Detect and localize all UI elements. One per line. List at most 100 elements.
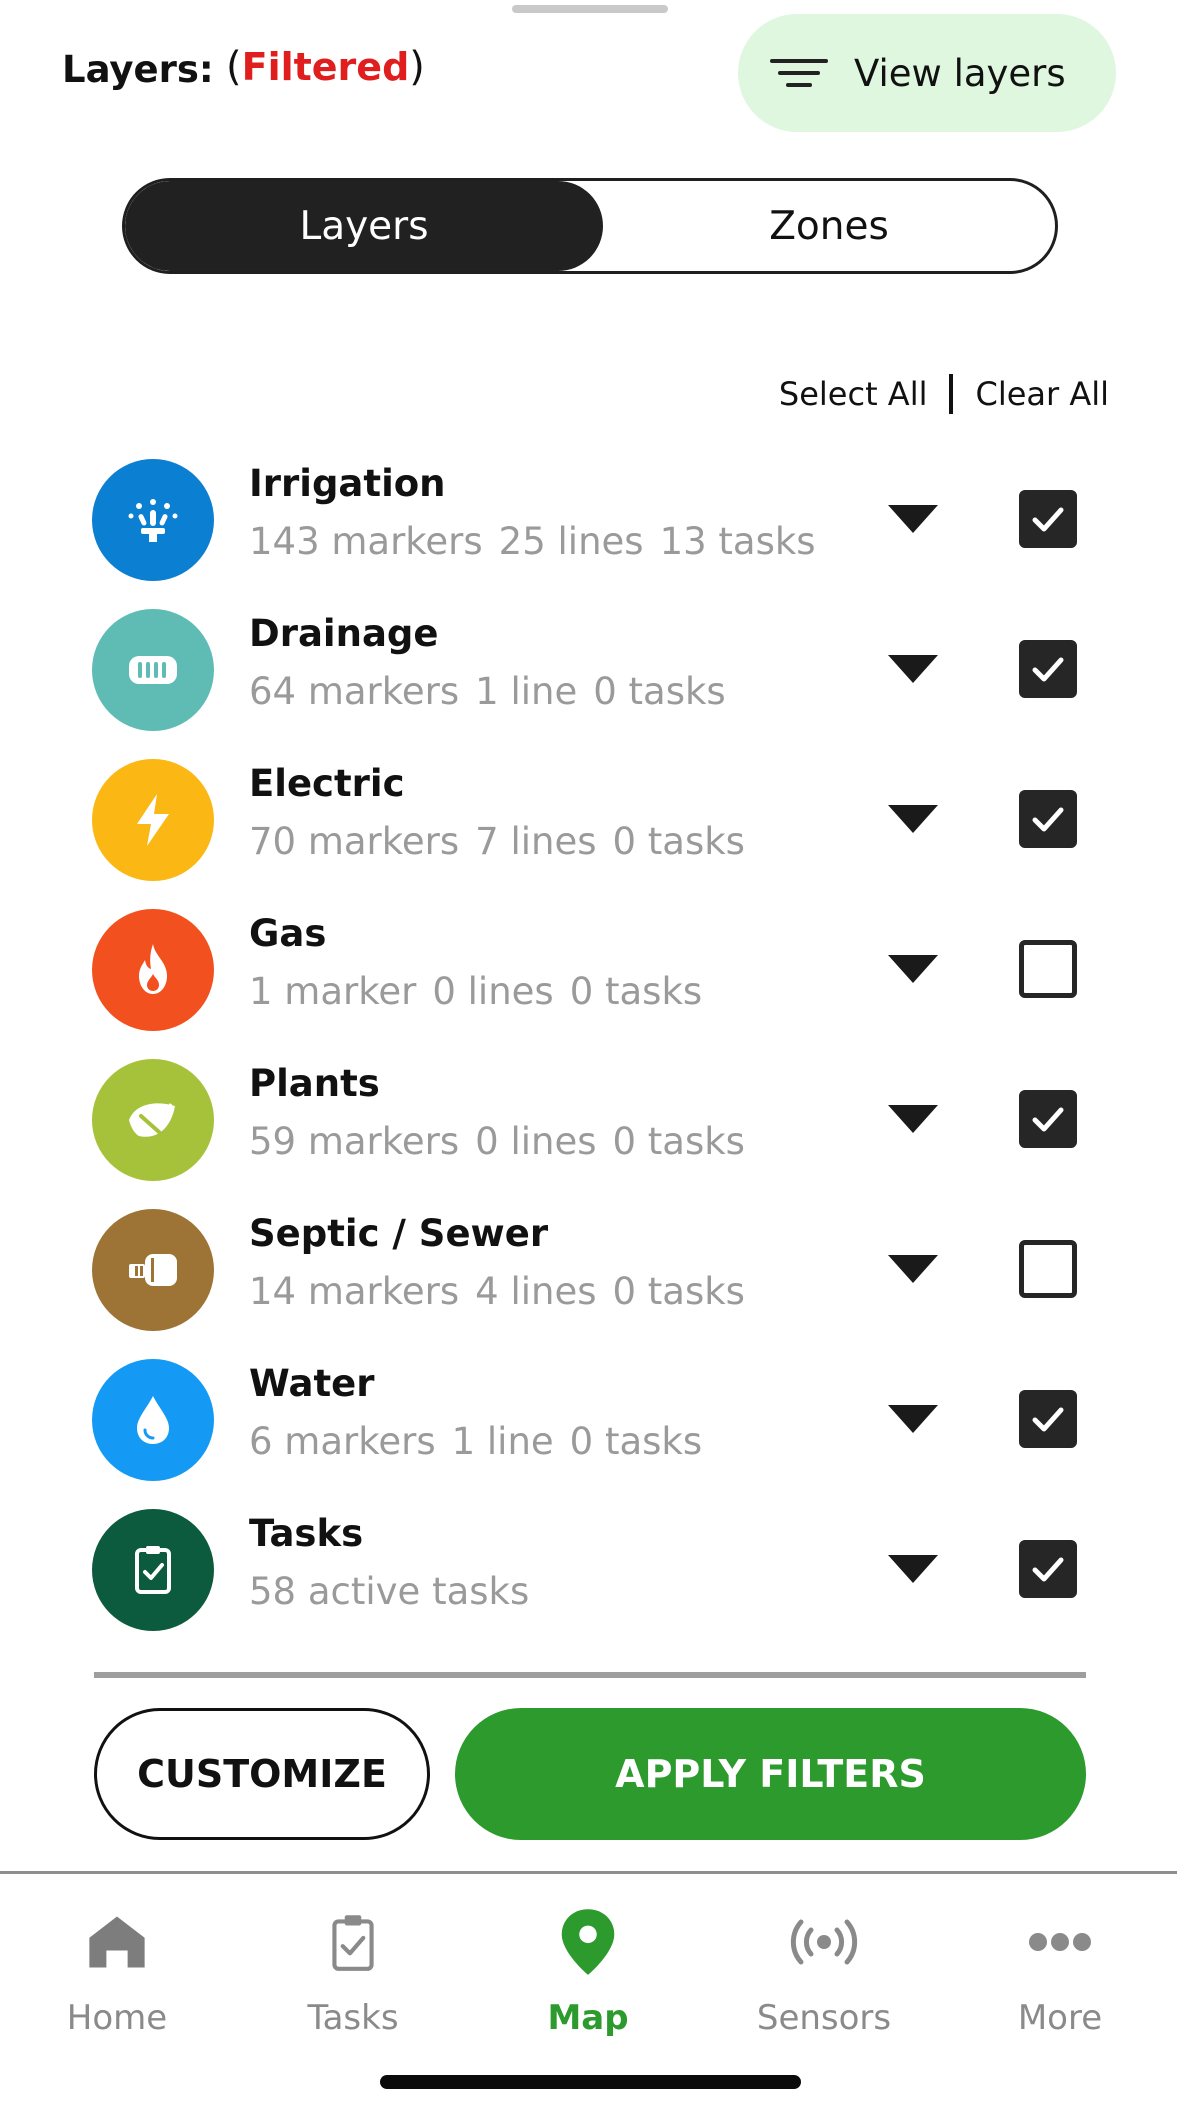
layer-row-irrigation[interactable]: Irrigation 143 markers 25 lines 13 tasks [0,450,1177,600]
layers-title: Layers: [62,48,214,91]
marker-count: 64 markers [249,670,460,713]
home-icon [17,1904,217,1980]
actions-divider [949,374,954,414]
layer-checkbox[interactable] [1019,1390,1077,1448]
layer-checkbox[interactable] [1019,1240,1077,1298]
layer-list: Irrigation 143 markers 25 lines 13 tasks D… [0,450,1177,1650]
layer-checkbox[interactable] [1019,1090,1077,1148]
line-count: 0 lines [432,970,554,1013]
layer-checkbox[interactable] [1019,490,1077,548]
filtered-status: (Filtered) [226,44,425,90]
tab-label: Home [66,1998,168,2038]
expand-caret-icon[interactable] [888,655,938,683]
line-count: 1 line [451,1420,554,1463]
status-open-paren: ( [226,44,242,90]
tab-map[interactable]: Map [488,1904,688,2038]
line-count: 7 lines [475,820,597,863]
layer-row-septic-sewer[interactable]: Septic / Sewer 14 markers 4 lines 0 tasks [0,1200,1177,1350]
lightning-icon [92,759,214,881]
select-all-button[interactable]: Select All [779,375,928,413]
water-drop-icon [92,1359,214,1481]
layer-name: Tasks [249,1512,364,1555]
line-count: 1 line [475,670,578,713]
layer-stats: 58 active tasks [249,1570,545,1613]
layer-stats: 143 markers 25 lines 13 tasks [249,520,832,563]
expand-caret-icon[interactable] [888,1105,938,1133]
expand-caret-icon[interactable] [888,1255,938,1283]
layer-checkbox[interactable] [1019,1540,1077,1598]
bulk-actions: Select All Clear All [779,374,1109,414]
clear-all-button[interactable]: Clear All [975,375,1109,413]
clipboard-check-icon [253,1904,453,1980]
layer-checkbox[interactable] [1019,790,1077,848]
tab-tasks[interactable]: Tasks [253,1904,453,2038]
checkmark-icon [1032,507,1064,532]
view-layers-button[interactable]: View layers [738,14,1116,132]
checkmark-icon [1032,657,1064,682]
map-pin-icon [488,1904,688,1980]
layer-name: Plants [249,1062,380,1105]
marker-count: 59 markers [249,1120,460,1163]
more-dots-icon [960,1904,1160,1980]
checkmark-icon [1032,1407,1064,1432]
marker-count: 6 markers [249,1420,436,1463]
checkmark-icon [1032,807,1064,832]
layer-checkbox[interactable] [1019,640,1077,698]
layer-checkbox[interactable] [1019,940,1077,998]
task-count: 0 tasks [612,1270,745,1313]
task-count: 0 tasks [612,820,745,863]
flame-icon [92,909,214,1031]
line-count: 0 lines [475,1120,597,1163]
layer-name: Septic / Sewer [249,1212,549,1255]
tab-layers[interactable]: Layers [125,181,603,271]
marker-count: 143 markers [249,520,483,563]
filtered-label: Filtered [241,45,410,89]
layer-stats: 70 markers 7 lines 0 tasks [249,820,761,863]
layer-row-tasks[interactable]: Tasks 58 active tasks [0,1500,1177,1650]
layer-stats: 14 markers 4 lines 0 tasks [249,1270,761,1313]
tab-home[interactable]: Home [17,1904,217,2038]
layer-name: Water [249,1362,375,1405]
layer-stats: 1 marker 0 lines 0 tasks [249,970,718,1013]
task-count: 0 tasks [593,670,726,713]
layer-name: Irrigation [249,462,446,505]
expand-caret-icon[interactable] [888,805,938,833]
layer-row-gas[interactable]: Gas 1 marker 0 lines 0 tasks [0,900,1177,1050]
customize-button[interactable]: CUSTOMIZE [94,1708,430,1840]
layer-stats: 59 markers 0 lines 0 tasks [249,1120,761,1163]
broadcast-icon [724,1904,924,1980]
layer-row-plants[interactable]: Plants 59 markers 0 lines 0 tasks [0,1050,1177,1200]
list-divider [94,1672,1086,1678]
layer-row-drainage[interactable]: Drainage 64 markers 1 line 0 tasks [0,600,1177,750]
expand-caret-icon[interactable] [888,1405,938,1433]
tab-label: More [1017,1998,1103,2038]
task-count: 0 tasks [569,1420,703,1463]
expand-caret-icon[interactable] [888,955,938,983]
expand-caret-icon[interactable] [888,505,938,533]
tab-label: Tasks [307,1998,399,2038]
marker-count: 1 marker [249,970,417,1013]
task-count: 0 tasks [612,1120,745,1163]
layer-name: Gas [249,912,327,955]
checkmark-icon [1032,1557,1064,1582]
line-count: 25 lines [498,520,644,563]
apply-filters-button[interactable]: APPLY FILTERS [455,1708,1086,1840]
tab-zones[interactable]: Zones [603,181,1055,271]
checkmark-icon [1032,1107,1064,1132]
tab-label: Sensors [756,1998,892,2038]
layer-row-electric[interactable]: Electric 70 markers 7 lines 0 tasks [0,750,1177,900]
tab-sensors[interactable]: Sensors [724,1904,924,2038]
tab-more[interactable]: More [960,1904,1160,2038]
drain-grate-icon [92,609,214,731]
septic-tank-icon [92,1209,214,1331]
layers-zones-segmented-control: Layers Zones [122,178,1058,274]
tab-label: Map [547,1998,629,2038]
layer-stats: 64 markers 1 line 0 tasks [249,670,742,713]
line-count: 4 lines [475,1270,597,1313]
active-task-count: 58 active tasks [249,1570,530,1613]
layer-row-water[interactable]: Water 6 markers 1 line 0 tasks [0,1350,1177,1500]
layer-stats: 6 markers 1 line 0 tasks [249,1420,718,1463]
layer-name: Drainage [249,612,439,655]
expand-caret-icon[interactable] [888,1555,938,1583]
marker-count: 14 markers [249,1270,460,1313]
